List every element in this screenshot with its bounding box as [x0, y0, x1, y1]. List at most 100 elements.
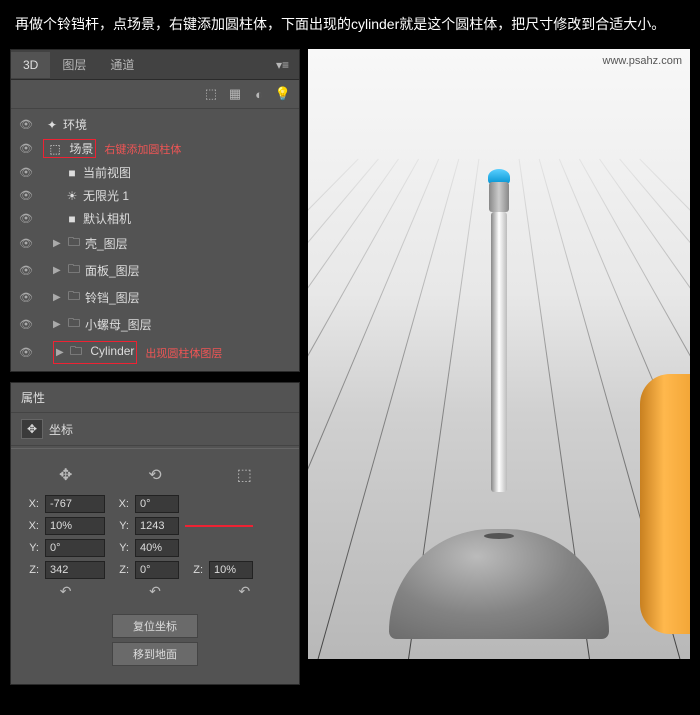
3d-panel: 3D 图层 通道 ▾≡ ⬚ ▦ ◐ 💡 👁 ✦ 环境 👁 ⬚ 场景 右键添加圆柱… — [10, 49, 300, 372]
item-label: 壳_图层 — [85, 235, 128, 252]
rot-x-input[interactable] — [135, 495, 179, 513]
label-y: Y: — [111, 542, 129, 554]
coords-label: 坐标 — [49, 421, 73, 438]
expand-icon[interactable]: ▶ — [53, 319, 65, 330]
item-label: 场景 — [69, 142, 93, 156]
scene-item-light[interactable]: 👁 ☀ 无限光 1 — [11, 184, 299, 207]
expand-icon[interactable]: ▶ — [53, 238, 65, 249]
move-to-ground-button[interactable]: 移到地面 — [112, 642, 198, 666]
tab-channels[interactable]: 通道 — [98, 50, 146, 79]
material-icon[interactable]: ◐ — [251, 86, 267, 102]
tab-3d[interactable]: 3D — [11, 52, 50, 78]
scene-highlight: ⬚ 场景 — [43, 139, 96, 158]
mesh-icon[interactable]: ▦ — [227, 86, 243, 102]
scene-icon: ⬚ — [46, 142, 64, 156]
label-z: Z: — [185, 564, 203, 576]
annotation-text: 出现圆柱体图层 — [145, 345, 222, 361]
scene-item-scene[interactable]: 👁 ⬚ 场景 右键添加圆柱体 — [11, 136, 299, 161]
item-label: Cylinder — [90, 344, 134, 358]
scale-icon[interactable]: ⬚ — [234, 465, 254, 485]
folder-icon: 🗀 — [67, 342, 85, 363]
label-y: Y: — [21, 542, 39, 554]
visibility-icon[interactable]: 👁 — [17, 346, 35, 359]
scene-item-bell[interactable]: 👁 ▶ 🗀 铃铛_图层 — [11, 284, 299, 311]
environment-icon: ✦ — [43, 118, 61, 132]
visibility-icon[interactable]: 👁 — [17, 237, 35, 250]
folder-icon: 🗀 — [65, 260, 83, 281]
watermark-text: www.psahz.com — [603, 55, 682, 67]
light-icon: ☀ — [63, 189, 81, 203]
scene-hierarchy: 👁 ✦ 环境 👁 ⬚ 场景 右键添加圆柱体 👁 ■ 当前视图 👁 ☀ 无限光 1… — [11, 109, 299, 371]
scene-item-nut[interactable]: 👁 ▶ 🗀 小螺母_图层 — [11, 311, 299, 338]
rotate-icon[interactable]: ⟲ — [145, 465, 165, 485]
reset-coords-button[interactable]: 复位坐标 — [112, 614, 198, 638]
rot-z-input[interactable] — [135, 561, 179, 579]
scale-y-input[interactable] — [135, 539, 179, 557]
move-icon[interactable]: ✥ — [56, 465, 76, 485]
expand-icon[interactable]: ▶ — [56, 347, 64, 358]
label-y: Y: — [111, 520, 129, 532]
scale-z-input[interactable] — [209, 561, 253, 579]
item-label: 面板_图层 — [85, 262, 140, 279]
folder-icon: 🗀 — [65, 233, 83, 254]
scene-item-environment[interactable]: 👁 ✦ 环境 — [11, 113, 299, 136]
tab-layers[interactable]: 图层 — [50, 50, 98, 79]
label-z: Z: — [111, 564, 129, 576]
label-x: X: — [21, 498, 39, 510]
properties-title: 属性 — [11, 383, 299, 413]
label-z: Z: — [21, 564, 39, 576]
visibility-icon[interactable]: 👁 — [17, 212, 35, 225]
light-icon[interactable]: 💡 — [275, 86, 291, 102]
label-x: X: — [111, 498, 129, 510]
filter-icon[interactable]: ⬚ — [203, 86, 219, 102]
scene-item-cylinder[interactable]: 👁 ▶ 🗀 Cylinder 出现圆柱体图层 — [11, 338, 299, 367]
expand-icon[interactable]: ▶ — [53, 292, 65, 303]
panel-tabs: 3D 图层 通道 ▾≡ — [11, 50, 299, 80]
item-label: 默认相机 — [83, 210, 131, 227]
visibility-icon[interactable]: 👁 — [17, 318, 35, 331]
pos-x-input[interactable] — [45, 495, 105, 513]
reset-scale-icon[interactable]: ↶ — [238, 583, 250, 600]
item-label: 环境 — [63, 116, 87, 133]
item-label: 铃铛_图层 — [85, 289, 140, 306]
visibility-icon[interactable]: 👁 — [17, 166, 35, 179]
scene-item-shell[interactable]: 👁 ▶ 🗀 壳_图层 — [11, 230, 299, 257]
reset-rot-icon[interactable]: ↶ — [149, 583, 161, 600]
visibility-icon[interactable]: 👁 — [17, 264, 35, 277]
pos-z-input[interactable] — [45, 561, 105, 579]
3d-viewport[interactable]: www.psahz.com — [308, 49, 690, 659]
expand-icon[interactable]: ▶ — [53, 265, 65, 276]
coords-section-header: ✥ 坐标 — [11, 413, 299, 446]
rod-hex-top — [489, 182, 509, 212]
scene-item-view[interactable]: 👁 ■ 当前视图 — [11, 161, 299, 184]
item-label: 无限光 1 — [83, 187, 129, 204]
panel-menu-icon[interactable]: ▾≡ — [266, 52, 299, 78]
orange-shell-object — [640, 374, 690, 634]
cylinder-object — [488, 169, 510, 492]
label-x: X: — [21, 520, 39, 532]
coords-icon: ✥ — [21, 419, 43, 439]
coordinates-grid: ✥ ⟲ ⬚ X: X: X: Y: Y: Y: Z: Z: Z: ↶ ↶ ↶ 复… — [11, 451, 299, 684]
cylinder-highlight: ▶ 🗀 Cylinder — [53, 341, 137, 364]
visibility-icon[interactable]: 👁 — [17, 118, 35, 131]
camera-icon: ■ — [63, 212, 81, 226]
rod-shaft — [491, 212, 507, 492]
scene-item-panel[interactable]: 👁 ▶ 🗀 面板_图层 — [11, 257, 299, 284]
pos-y-input[interactable] — [135, 517, 179, 535]
instruction-text: 再做个铃铛杆，点场景，右键添加圆柱体，下面出现的cylinder就是这个圆柱体，… — [0, 0, 700, 49]
scale-x-input[interactable] — [45, 517, 105, 535]
item-label: 小螺母_图层 — [85, 316, 152, 333]
properties-panel: 属性 ✥ 坐标 ✥ ⟲ ⬚ X: X: X: Y: Y: Y: Z: Z: Z:… — [10, 382, 300, 685]
scale-highlight — [185, 525, 253, 527]
visibility-icon[interactable]: 👁 — [17, 142, 35, 155]
camera-icon: ■ — [63, 166, 81, 180]
visibility-icon[interactable]: 👁 — [17, 189, 35, 202]
reset-pos-icon[interactable]: ↶ — [60, 583, 72, 600]
folder-icon: 🗀 — [65, 314, 83, 335]
visibility-icon[interactable]: 👁 — [17, 291, 35, 304]
item-label: 当前视图 — [83, 164, 131, 181]
annotation-text: 右键添加圆柱体 — [104, 141, 181, 157]
rot-y-input[interactable] — [45, 539, 105, 557]
scene-item-camera[interactable]: 👁 ■ 默认相机 — [11, 207, 299, 230]
folder-icon: 🗀 — [65, 287, 83, 308]
